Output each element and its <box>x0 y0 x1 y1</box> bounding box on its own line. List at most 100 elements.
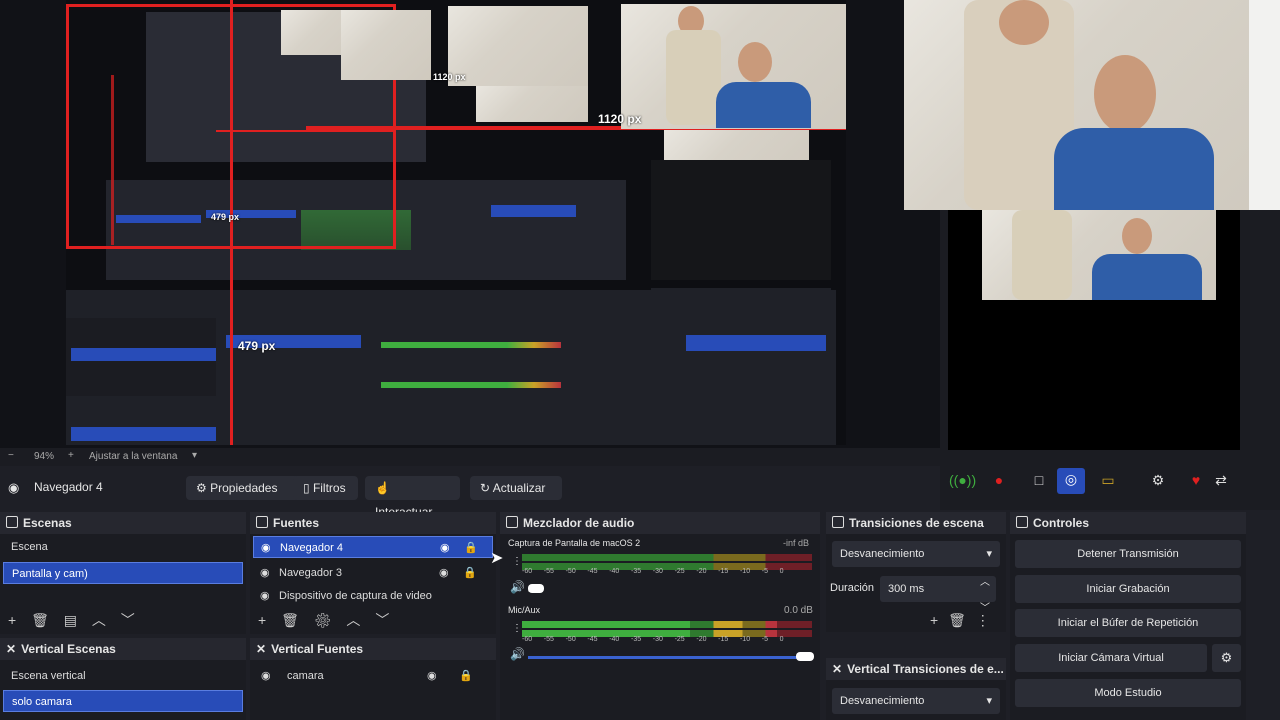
eye-icon[interactable]: ◉ <box>439 562 449 584</box>
scene-item[interactable]: Pantalla y cam) <box>3 562 243 584</box>
pointer-icon: ☝ <box>375 481 390 495</box>
dock-title: ✕ Vertical Escenas <box>0 638 246 660</box>
source-label: Dispositivo de captura de video <box>279 590 432 602</box>
vertical-canvas-panel: ((●)) ● □ ◎ ▭ ⚙ ♥ ⇄ <box>904 0 1280 510</box>
dock-title: ✕ Vertical Transiciones de e... <box>826 658 1006 680</box>
chevron-down-icon[interactable]: ﹀ <box>375 612 389 628</box>
channel-level: -inf dB <box>783 538 810 548</box>
chevron-down-icon[interactable]: ▾ <box>192 450 197 461</box>
vertical-sources-title: Vertical Fuentes <box>271 642 364 656</box>
volume-slider-track[interactable] <box>528 656 806 659</box>
selected-source-name: Navegador 4 <box>34 480 103 494</box>
zoom-out-button[interactable]: − <box>8 450 14 461</box>
filters-button[interactable]: ▯ Filtros <box>293 476 357 500</box>
scene-item[interactable]: Escena <box>3 536 243 558</box>
zoom-fit-select[interactable]: Ajustar a la ventana <box>89 451 177 462</box>
close-icon[interactable]: ✕ <box>832 662 842 676</box>
refresh-button[interactable]: ↻ Actualizar <box>470 476 562 500</box>
transition-select[interactable]: Desvanecimiento ▾ <box>832 688 1000 714</box>
camera-image <box>904 0 1280 210</box>
transition-value: Desvanecimiento <box>840 548 925 560</box>
kebab-icon[interactable]: ⋮ <box>512 623 522 634</box>
volume-slider-handle[interactable] <box>528 584 544 593</box>
close-icon[interactable]: ✕ <box>6 642 16 656</box>
duration-value: 300 ms <box>888 583 925 595</box>
lock-icon[interactable]: 🔒 <box>459 665 473 687</box>
source-item[interactable]: ◉ camara ◉ 🔒 <box>253 665 493 687</box>
studio-mode-button[interactable]: Modo Estudio <box>1015 679 1241 707</box>
trash-icon[interactable]: 🗑 <box>31 612 49 628</box>
virtual-camera-icon[interactable]: ◎ <box>1057 468 1085 494</box>
channel-level: 0.0 dB <box>784 605 813 616</box>
zoom-in-button[interactable]: + <box>68 450 74 461</box>
lock-icon[interactable]: 🔒 <box>463 562 477 584</box>
channel-name: Captura de Pantalla de macOS 2 <box>508 538 641 548</box>
start-replay-buffer-button[interactable]: Iniciar el Búfer de Repetición <box>1015 609 1241 637</box>
start-recording-button[interactable]: Iniciar Grabación <box>1015 575 1241 603</box>
gear-icon[interactable]: ⚙ <box>1147 469 1169 491</box>
vertical-scenes-dock: ✕ Vertical Escenas Escena vertical solo c… <box>0 638 246 720</box>
refresh-icon: ↻ <box>480 481 493 495</box>
eye-icon[interactable]: ◉ <box>440 537 450 559</box>
replay-buffer-icon[interactable]: □ <box>1028 469 1050 491</box>
filter-icon[interactable]: ▤ <box>64 612 77 628</box>
record-icon[interactable]: ● <box>988 469 1010 491</box>
dock-icon <box>506 516 518 528</box>
chevron-down-icon[interactable]: ﹀ <box>121 612 135 628</box>
interact-button[interactable]: ☝ Interactuar <box>365 476 460 519</box>
camera-icon: ◉ <box>261 670 271 682</box>
switch-icon[interactable]: ⇄ <box>1210 469 1232 491</box>
chevron-up-icon[interactable]: ︿ <box>92 612 106 628</box>
vertical-sources-dock: ✕ Vertical Fuentes ◉ camara ◉ 🔒 <box>250 638 496 720</box>
dock-title: Controles <box>1010 512 1246 534</box>
globe-icon: ◉ <box>260 567 270 579</box>
meter-ticks: -60 -55 -50 -45 -40 -35 -30 -25 -20 -15 … <box>522 568 784 575</box>
speaker-icon[interactable]: 🔊 <box>510 647 525 661</box>
globe-icon: ◉ <box>261 542 271 554</box>
add-icon[interactable]: + <box>930 612 938 628</box>
size-label: 479 px <box>238 339 276 353</box>
kebab-icon[interactable]: ⋮ <box>976 612 990 628</box>
eye-icon[interactable]: ◉ <box>427 665 437 687</box>
sources-title: Fuentes <box>273 516 320 530</box>
duration-label: Duración <box>830 582 875 594</box>
studio-mode-icon[interactable]: ▭ <box>1097 469 1119 491</box>
start-virtual-camera-button[interactable]: Iniciar Cámara Virtual <box>1015 644 1207 672</box>
mouse-cursor-icon: ➤ <box>490 550 504 567</box>
gear-icon[interactable]: ⚙ <box>314 612 332 628</box>
transition-select[interactable]: Desvanecimiento ▾ <box>832 541 1000 567</box>
close-icon[interactable]: ✕ <box>256 642 266 656</box>
trash-icon[interactable]: 🗑 <box>948 612 966 628</box>
stop-stream-button[interactable]: Detener Transmisión <box>1015 540 1241 568</box>
zoom-percent: 94% <box>34 451 55 462</box>
add-icon[interactable]: + <box>8 612 16 628</box>
lock-icon[interactable]: 🔒 <box>464 537 478 559</box>
mixer-title: Mezclador de audio <box>523 516 635 530</box>
volume-slider-handle[interactable] <box>796 652 814 661</box>
gear-icon[interactable]: ⚙ <box>1212 644 1241 672</box>
source-toolbar: ◉ Navegador 4 ⚙ Propiedades ▯ Filtros ☝ … <box>0 470 940 519</box>
chevron-down-icon: ▾ <box>986 548 992 560</box>
chevron-up-icon[interactable]: ︿ <box>346 612 360 628</box>
size-label: 1120 px <box>433 72 466 82</box>
vertical-transitions-dock: ✕ Vertical Transiciones de e... Desvaneci… <box>826 658 1006 720</box>
speaker-icon[interactable]: 🔊 <box>510 580 525 594</box>
add-icon[interactable]: + <box>258 612 266 628</box>
source-item[interactable]: ◉ Navegador 4 ◉ 🔒 <box>253 536 493 558</box>
source-item[interactable]: ◉ Navegador 3 ◉ 🔒 <box>253 562 493 584</box>
dock-icon <box>832 516 844 528</box>
trash-icon[interactable]: 🗑 <box>281 612 299 628</box>
scene-item[interactable]: solo camara <box>3 690 243 712</box>
stream-icon[interactable]: ((●)) <box>949 469 976 491</box>
dock-title: Escenas <box>0 512 246 534</box>
scene-item[interactable]: Escena vertical <box>3 665 243 687</box>
gear-icon: ⚙ <box>196 481 211 495</box>
heart-icon[interactable]: ♥ <box>1185 469 1207 491</box>
dock-icon <box>6 516 18 528</box>
duration-input[interactable]: 300 ms ︿ ﹀ <box>880 576 996 614</box>
filters-label: Filtros <box>312 481 346 495</box>
preview-canvas[interactable]: 1120 px 1120 px 479 px 479 px <box>0 0 940 448</box>
chevron-down-icon: ▾ <box>986 695 992 707</box>
source-item[interactable]: ◉ Dispositivo de captura de video <box>253 590 493 602</box>
kebab-icon[interactable]: ⋮ <box>512 556 522 567</box>
